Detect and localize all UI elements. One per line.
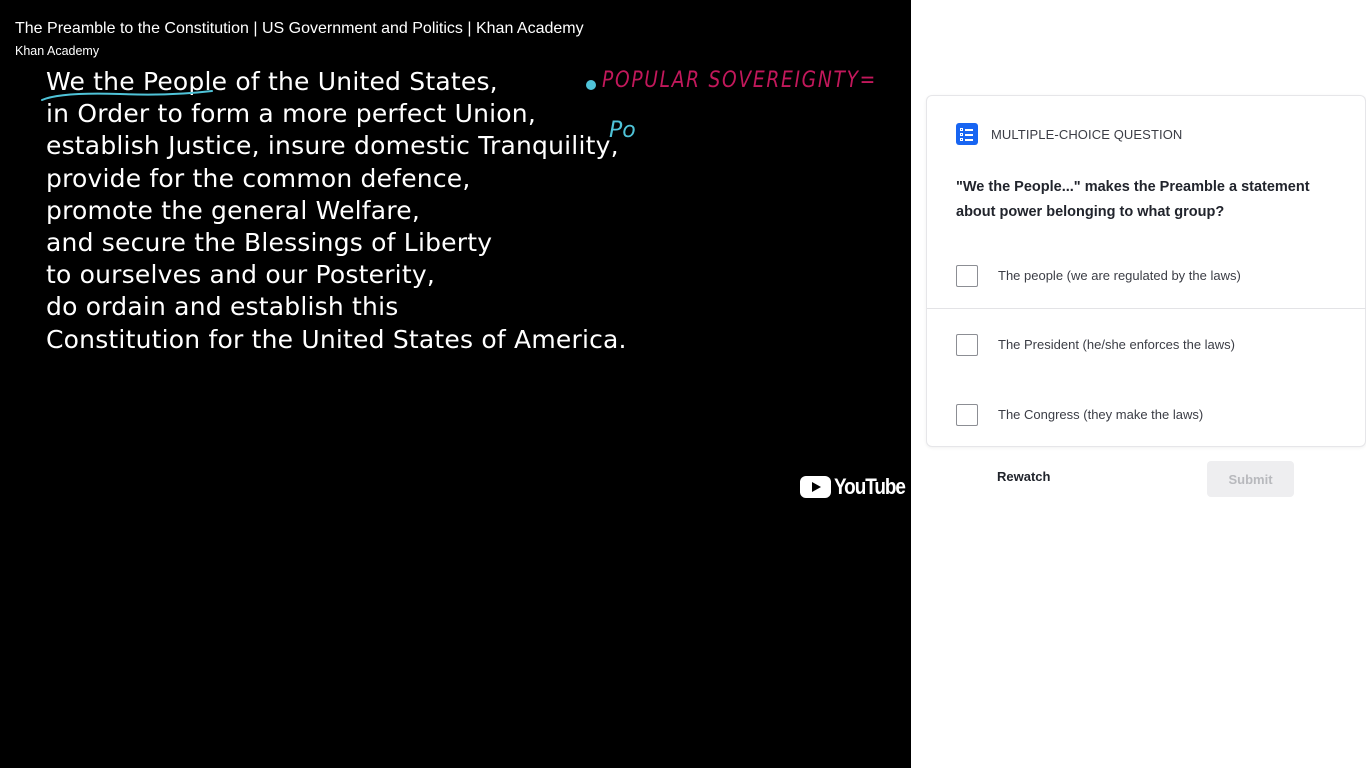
choice-checkbox[interactable] (956, 264, 978, 287)
handwritten-popular-sovereignty: POPULAR SOVEREIGNTY= (602, 68, 877, 93)
submit-button[interactable]: Submit (1207, 461, 1294, 497)
youtube-play-icon (800, 476, 831, 498)
choice-the-people[interactable]: The people (we are regulated by the laws… (927, 241, 1366, 310)
question-prompt: "We the People..." makes the Preamble a … (956, 179, 1310, 220)
question-card: MULTIPLE-CHOICE QUESTION "We the People.… (926, 95, 1366, 447)
video-player[interactable]: The Preamble to the Constitution | US Go… (0, 0, 911, 768)
youtube-logo[interactable]: YouTube (800, 474, 911, 500)
handwritten-po: Po (609, 118, 636, 143)
choice-the-congress[interactable]: The Congress (they make the laws) (927, 380, 1366, 449)
question-panel: MULTIPLE-CHOICE QUESTION "We the People.… (911, 0, 1366, 768)
choice-checkbox[interactable] (956, 403, 978, 426)
underline-stroke (41, 90, 213, 101)
handwritten-annotations: POPULAR SOVEREIGNTY= Po (41, 68, 877, 143)
choice-label: The people (we are regulated by the laws… (998, 268, 1241, 283)
choice-the-president[interactable]: The President (he/she enforces the laws) (927, 310, 1366, 379)
youtube-wordmark: YouTube (834, 474, 906, 499)
choice-checkbox[interactable] (956, 333, 978, 356)
choice-divider (927, 308, 1366, 309)
choice-label: The President (he/she enforces the laws) (998, 337, 1236, 352)
choice-label: The Congress (they make the laws) (998, 407, 1204, 422)
question-header: MULTIPLE-CHOICE QUESTION (956, 123, 1182, 145)
checklist-icon (956, 123, 978, 145)
bullet-dot (586, 80, 596, 90)
rewatch-button[interactable]: Rewatch (997, 469, 1050, 484)
question-type-label: MULTIPLE-CHOICE QUESTION (991, 126, 1183, 142)
